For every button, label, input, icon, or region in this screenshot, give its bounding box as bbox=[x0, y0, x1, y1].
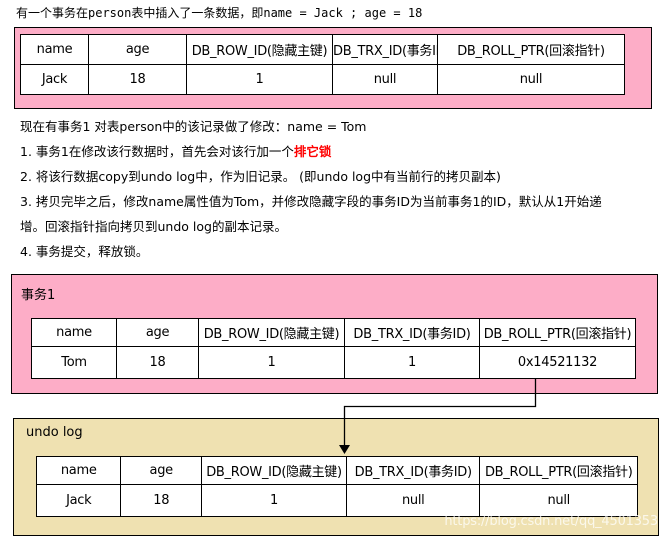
roll-pointer-arrow bbox=[339, 379, 537, 454]
arrow-connector-line bbox=[343, 379, 537, 446]
arrow-head bbox=[339, 445, 350, 454]
watermark: https://blog.csdn.net/qq_45013531 bbox=[444, 514, 666, 529]
